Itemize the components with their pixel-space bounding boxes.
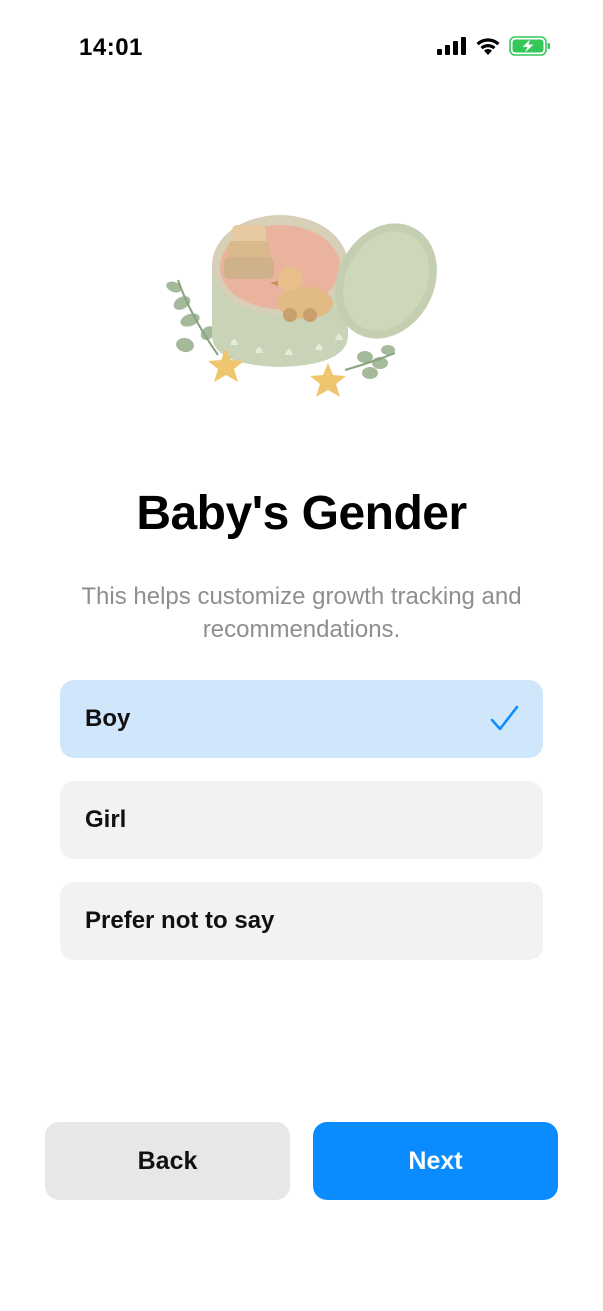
- next-button[interactable]: Next: [313, 1122, 558, 1200]
- page-subtitle: This helps customize growth tracking and…: [81, 583, 522, 643]
- wifi-icon: [476, 37, 500, 55]
- checkmark-icon: [490, 705, 519, 731]
- status-time: 14:01: [79, 34, 143, 61]
- battery-charging-icon: [509, 36, 550, 56]
- option-prefer-not-to-say[interactable]: Prefer not to say: [60, 882, 543, 960]
- status-icons: [437, 36, 551, 56]
- option-boy[interactable]: Boy: [60, 680, 543, 758]
- gift-box-with-baby-toys-illustration: [166, 215, 437, 397]
- status-bar: 14:01: [0, 0, 603, 96]
- page-title: Baby's Gender: [136, 487, 467, 540]
- option-girl[interactable]: Girl: [60, 781, 543, 859]
- back-button[interactable]: Back: [45, 1122, 290, 1200]
- option-label: Girl: [85, 806, 127, 833]
- signal-icon: [437, 37, 466, 55]
- option-label: Boy: [85, 705, 131, 732]
- option-label: Prefer not to say: [85, 907, 275, 934]
